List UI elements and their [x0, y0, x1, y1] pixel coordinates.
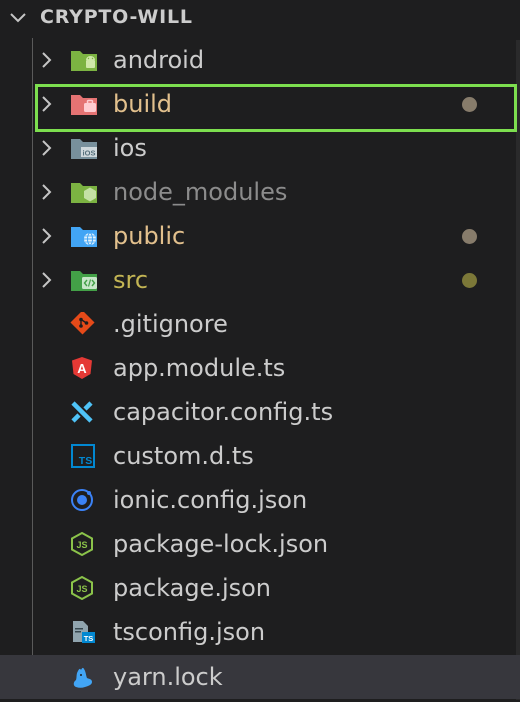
untracked-status-dot [462, 273, 477, 288]
svg-text:A: A [77, 361, 87, 376]
tree-item-package-lock[interactable]: JS package-lock.json [0, 522, 520, 566]
svg-text:TS: TS [79, 455, 92, 467]
tree-item-label: android [113, 46, 205, 74]
tree-item-yarn-lock[interactable]: yarn.lock [0, 655, 520, 699]
tree-item-capacitor-config[interactable]: capacitor.config.ts [0, 390, 520, 434]
tree-item-android[interactable]: android [0, 38, 520, 82]
tree-item-package-json[interactable]: JS package.json [0, 566, 520, 610]
tree-item-label: ionic.config.json [113, 486, 308, 514]
chevron-right-icon[interactable] [36, 50, 56, 70]
nodejs-icon: JS [71, 532, 93, 556]
ios-folder-icon: iOS [71, 139, 97, 159]
tree-item-ios[interactable]: iOS ios [0, 126, 520, 170]
tree-item-custom-d-ts[interactable]: TS custom.d.ts [0, 434, 520, 478]
chevron-right-icon[interactable] [36, 226, 56, 246]
svg-text:JS: JS [76, 540, 87, 550]
build-folder-icon [71, 95, 97, 115]
tree-item-label: custom.d.ts [113, 442, 254, 470]
chevron-right-icon[interactable] [36, 182, 56, 202]
git-icon [70, 312, 95, 335]
chevron-right-icon[interactable] [36, 94, 56, 114]
tree-item-label: package.json [113, 574, 272, 602]
svg-text:iOS: iOS [83, 149, 96, 158]
modified-status-dot [462, 97, 477, 112]
explorer-section-header[interactable]: CRYPTO-WILL [0, 0, 520, 34]
tree-item-app-module[interactable]: A app.module.ts [0, 346, 520, 390]
tree-item-public[interactable]: public [0, 214, 520, 258]
tree-item-label: src [113, 266, 149, 294]
tree-item-label: ios [113, 134, 147, 162]
nodejs-icon: JS [71, 576, 93, 600]
public-folder-icon [71, 227, 97, 247]
svg-text:TS: TS [84, 634, 94, 643]
tree-item-tsconfig[interactable]: TS tsconfig.json [0, 610, 520, 654]
section-title: CRYPTO-WILL [40, 6, 193, 28]
ionic-icon [71, 489, 93, 511]
tree-item-label: public [113, 222, 186, 250]
capacitor-icon [71, 401, 93, 423]
chevron-down-icon [10, 13, 26, 23]
tree-item-node-modules[interactable]: node_modules [0, 170, 520, 214]
src-folder-icon [71, 271, 97, 291]
tree-item-label: yarn.lock [113, 663, 223, 691]
tree-item-label: tsconfig.json [113, 618, 266, 646]
yarn-icon [73, 667, 92, 688]
tree-item-label: capacitor.config.ts [113, 398, 334, 426]
modified-status-dot [462, 229, 477, 244]
tree-item-ionic-config[interactable]: ionic.config.json [0, 478, 520, 522]
tsconfig-icon: TS [73, 621, 95, 643]
tree-item-label: node_modules [113, 178, 288, 206]
tree-item-build[interactable]: build [0, 82, 520, 126]
angular-icon: A [72, 357, 92, 379]
tree-item-label: app.module.ts [113, 354, 286, 382]
tree-item-label: .gitignore [113, 310, 228, 338]
chevron-right-icon[interactable] [36, 270, 56, 290]
android-folder-icon [71, 51, 97, 71]
tree-item-label: build [113, 90, 173, 118]
node-folder-icon [71, 183, 97, 203]
typescript-definition-icon: TS [71, 444, 95, 468]
svg-text:JS: JS [76, 584, 87, 594]
tree-item-label: package-lock.json [113, 530, 329, 558]
tree-item-src[interactable]: src [0, 258, 520, 302]
tree-item-gitignore[interactable]: .gitignore [0, 302, 520, 346]
explorer-panel: CRYPTO-WILL android build iOS ios node_m… [0, 0, 520, 702]
chevron-right-icon[interactable] [36, 138, 56, 158]
